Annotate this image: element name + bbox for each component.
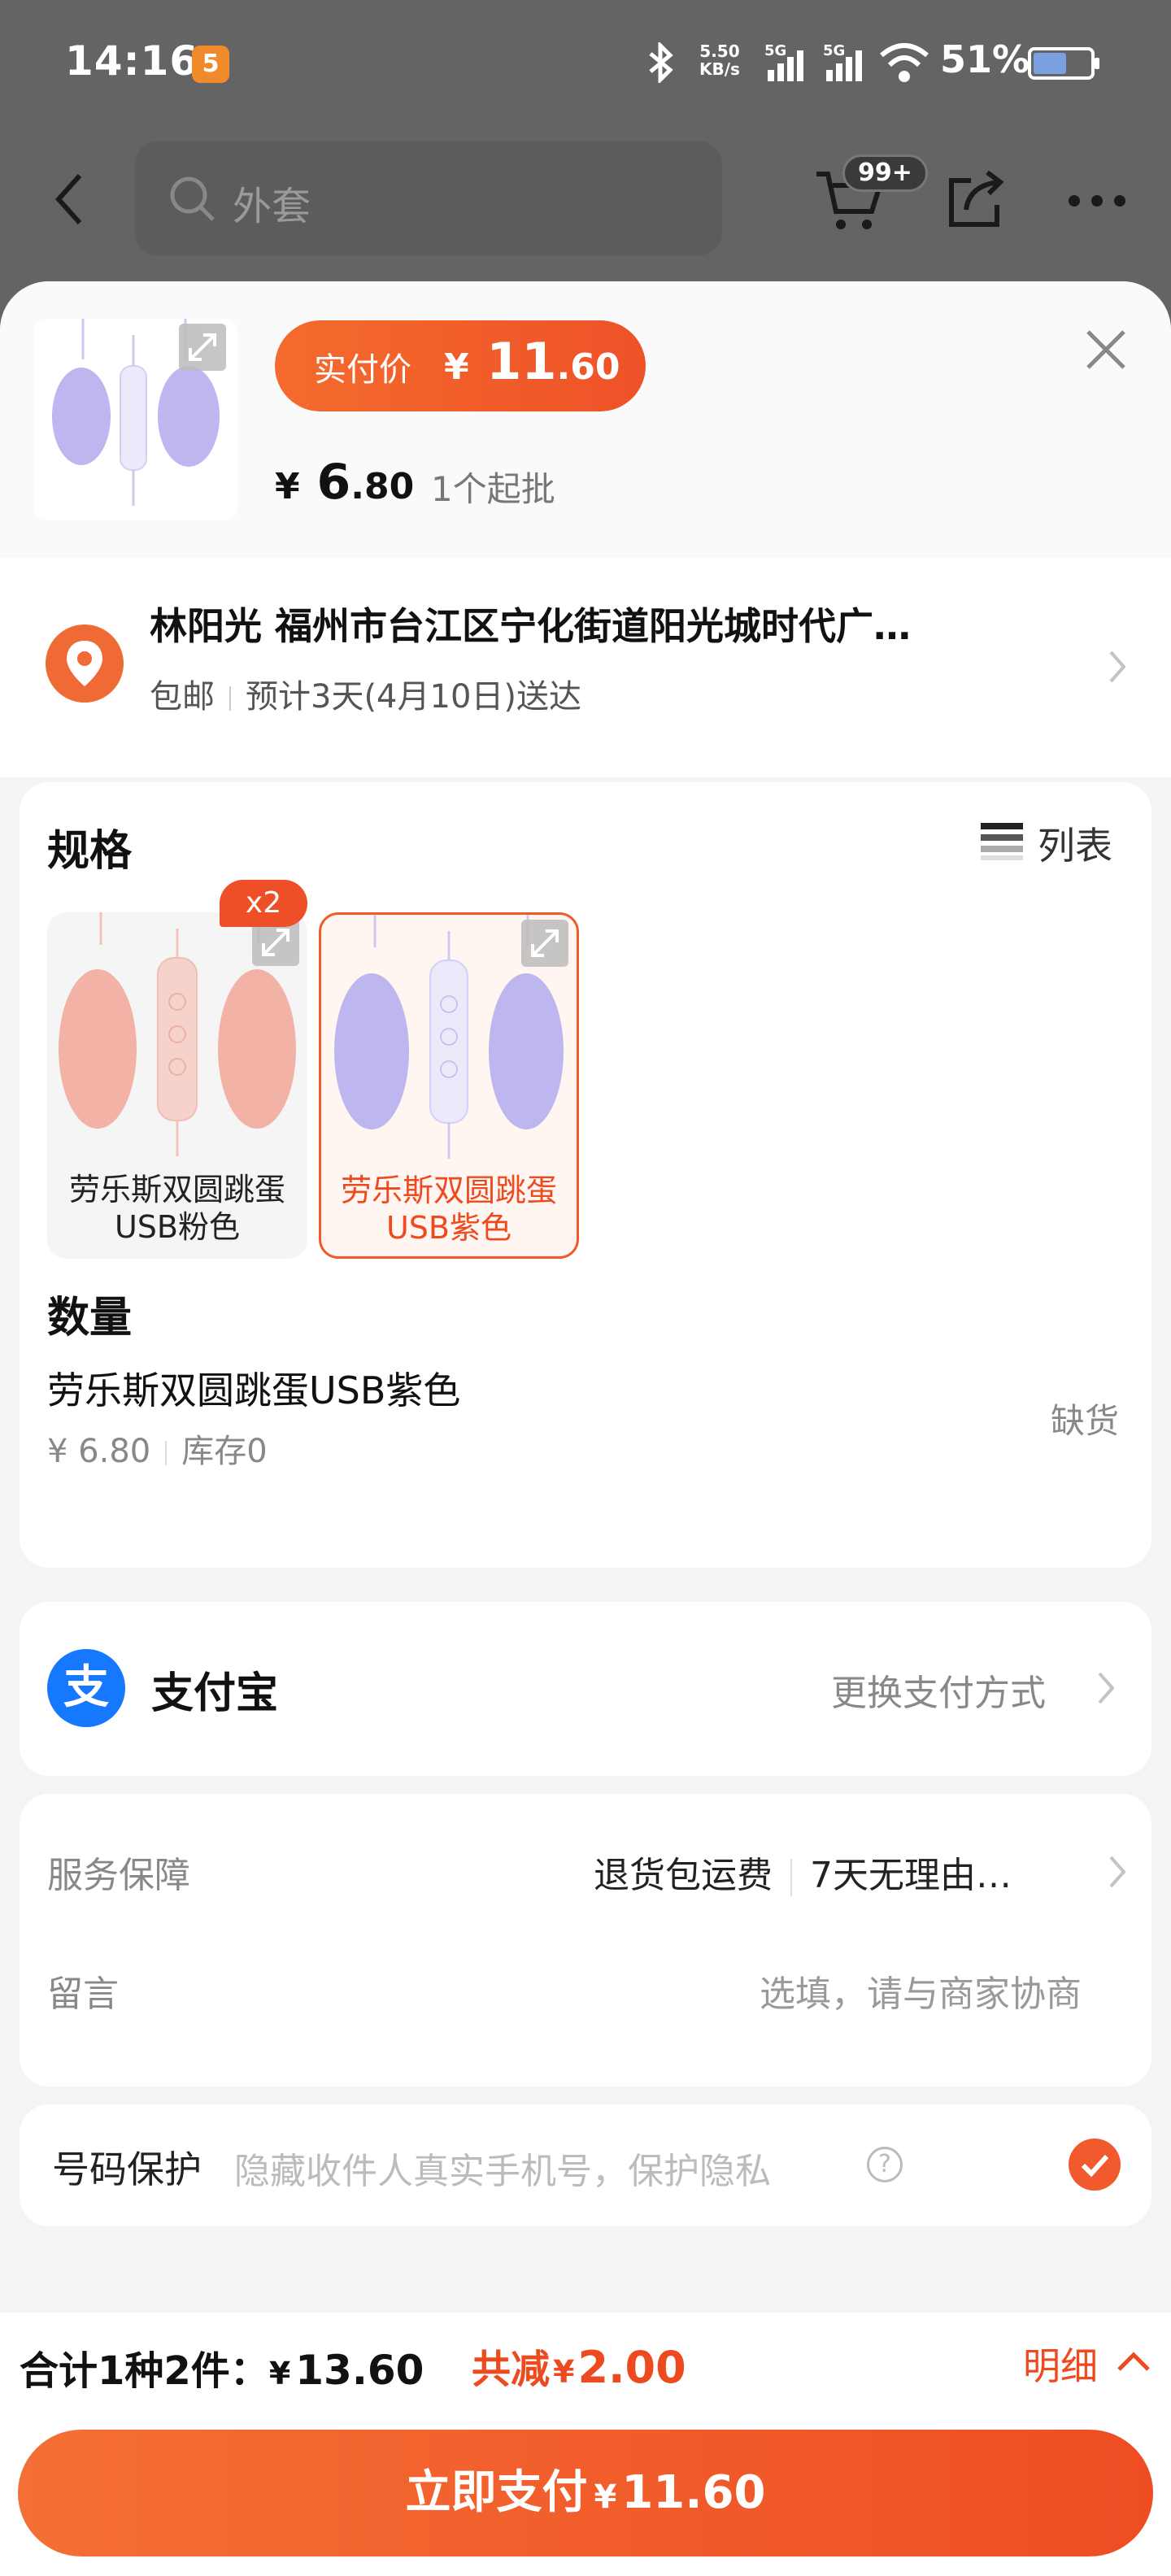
product-thumbnail[interactable] xyxy=(34,319,237,520)
location-pin-icon xyxy=(46,624,124,703)
total-value: 13.60 xyxy=(295,2347,424,2394)
payment-method-card[interactable]: 支 支付宝 更换支付方式 xyxy=(20,1602,1151,1776)
list-label: 列表 xyxy=(1038,824,1112,868)
discount-value: 2.00 xyxy=(577,2342,686,2393)
shipping-free-label: 包邮 xyxy=(150,678,215,716)
list-icon xyxy=(981,823,1023,862)
address-card[interactable]: 林阳光 福州市台江区宁化街道阳光城时代广… 包邮 预计3天(4月10日)送达 xyxy=(0,558,1171,777)
close-icon[interactable] xyxy=(1080,324,1132,376)
status-time: 14:16 xyxy=(65,37,199,85)
bluetooth-icon xyxy=(649,42,673,83)
total-summary: 合计1种2件：¥ 13.60 xyxy=(20,2347,424,2394)
sku-count-badge: x2 xyxy=(220,880,307,927)
min-order-quantity: 1个起批 xyxy=(431,469,555,509)
chevron-right-icon xyxy=(1098,1672,1115,1704)
message-label: 留言 xyxy=(47,1973,119,2015)
expand-icon[interactable] xyxy=(521,920,568,967)
service-7day-return: 7天无理由… xyxy=(810,1855,1012,1896)
actual-pay-price: ¥ 11.60 xyxy=(444,332,620,391)
number-protection-label: 号码保护 xyxy=(52,2147,202,2191)
service-label: 服务保障 xyxy=(47,1855,190,1896)
cart-count-badge: 99+ xyxy=(842,154,928,192)
item-price: ¥ 6.80 xyxy=(47,1433,151,1470)
chevron-up-icon xyxy=(1117,2352,1150,2371)
quantity-item-name: 劳乐斯双圆跳蛋USB紫色 xyxy=(47,1368,461,1412)
sku-name: 劳乐斯双圆跳蛋 USB紫色 xyxy=(340,1173,557,1246)
pay-now-button[interactable]: 立即支付 ¥11.60 xyxy=(18,2430,1153,2556)
status-bar: 14:16 5 5.50 KB/s 5G 5G 51% xyxy=(0,0,1171,130)
pay-now-label: 立即支付 xyxy=(405,2466,588,2519)
recipient-address: 林阳光 福州市台江区宁化街道阳光城时代广… xyxy=(150,604,912,648)
background-search-bar[interactable] xyxy=(135,141,722,255)
share-icon[interactable] xyxy=(947,168,1005,229)
wifi-icon xyxy=(880,43,929,82)
background-search-placeholder: 外套 xyxy=(233,184,311,229)
checkout-bar: 合计1种2件：¥ 13.60 共减 ¥2.00 明细 立即支付 ¥11.60 xyxy=(0,2313,1171,2576)
battery-percent: 51% xyxy=(940,37,1030,81)
actual-pay-label: 实付价 xyxy=(314,351,411,389)
sku-option-purple[interactable]: 劳乐斯双圆跳蛋 USB紫色 xyxy=(319,912,579,1259)
product-header: 实付价 ¥ 11.60 ¥ 6.80 1个起批 xyxy=(0,281,1171,558)
search-icon xyxy=(170,176,215,221)
net-speed: 5.50 KB/s xyxy=(699,41,740,79)
chevron-right-icon xyxy=(1109,1856,1126,1888)
service-return-shipping: 退货包运费 xyxy=(594,1855,773,1896)
discount-label: 共减 xyxy=(472,2347,551,2392)
quantity-title: 数量 xyxy=(47,1294,133,1342)
actual-pay-price-pill: 实付价 ¥ 11.60 xyxy=(275,320,646,411)
delivery-eta: 预计3天(4月10日)送达 xyxy=(246,678,582,716)
detail-toggle[interactable]: 明细 xyxy=(1023,2337,1153,2394)
service-items[interactable]: 退货包运费 7天无理由… xyxy=(594,1846,1012,1898)
signal-5g-1: 5G xyxy=(764,42,813,83)
message-input[interactable]: 选填，请与商家协商 xyxy=(760,1965,1082,2017)
total-label: 合计1种2件： xyxy=(20,2348,269,2394)
battery-icon xyxy=(1028,47,1099,80)
payment-method-name: 支付宝 xyxy=(151,1669,279,1718)
more-options-icon[interactable] xyxy=(1065,194,1130,210)
spec-title: 规格 xyxy=(47,827,133,876)
signal-5g-2: 5G xyxy=(823,42,872,83)
expand-icon[interactable] xyxy=(179,324,226,371)
unit-price: ¥ 6.80 xyxy=(275,454,415,511)
sku-name: 劳乐斯双圆跳蛋 USB粉色 xyxy=(68,1172,285,1245)
alipay-icon: 支 xyxy=(47,1649,125,1727)
spec-card: 规格 列表 劳乐斯双圆跳蛋 USB粉色 劳乐斯双圆跳蛋 USB紫色 数量 劳乐斯… xyxy=(20,782,1151,1568)
change-payment-link[interactable]: 更换支付方式 xyxy=(831,1664,1046,1716)
app-notification-icon: 5 xyxy=(192,46,229,83)
out-of-stock-label: 缺货 xyxy=(1051,1401,1120,1441)
discount-summary: 共减 ¥2.00 xyxy=(472,2342,686,2393)
back-arrow-icon[interactable] xyxy=(54,171,86,228)
service-card: 服务保障 退货包运费 7天无理由… 留言 选填，请与商家协商 xyxy=(20,1794,1151,2086)
number-protection-checkbox[interactable] xyxy=(1069,2139,1121,2191)
detail-label: 明细 xyxy=(1023,2344,1098,2388)
quantity-item-meta: ¥ 6.80 库存0 xyxy=(47,1425,268,1472)
pay-now-amount: 11.60 xyxy=(621,2466,766,2519)
number-protection-desc: 隐藏收件人真实手机号，保护隐私 xyxy=(234,2151,771,2192)
chevron-right-icon xyxy=(1109,651,1126,683)
shipping-info: 包邮 预计3天(4月10日)送达 xyxy=(150,670,581,717)
number-protection-card: 号码保护 隐藏收件人真实手机号，保护隐私 ? xyxy=(20,2104,1151,2226)
purchase-sheet: 实付价 ¥ 11.60 ¥ 6.80 1个起批 林阳光 福州市台江区宁化街道阳光… xyxy=(0,281,1171,2576)
list-view-toggle[interactable]: 列表 xyxy=(981,816,1135,868)
sku-option-pink[interactable]: 劳乐斯双圆跳蛋 USB粉色 xyxy=(47,912,307,1259)
help-icon[interactable]: ? xyxy=(867,2147,903,2182)
item-stock: 库存0 xyxy=(181,1433,268,1470)
